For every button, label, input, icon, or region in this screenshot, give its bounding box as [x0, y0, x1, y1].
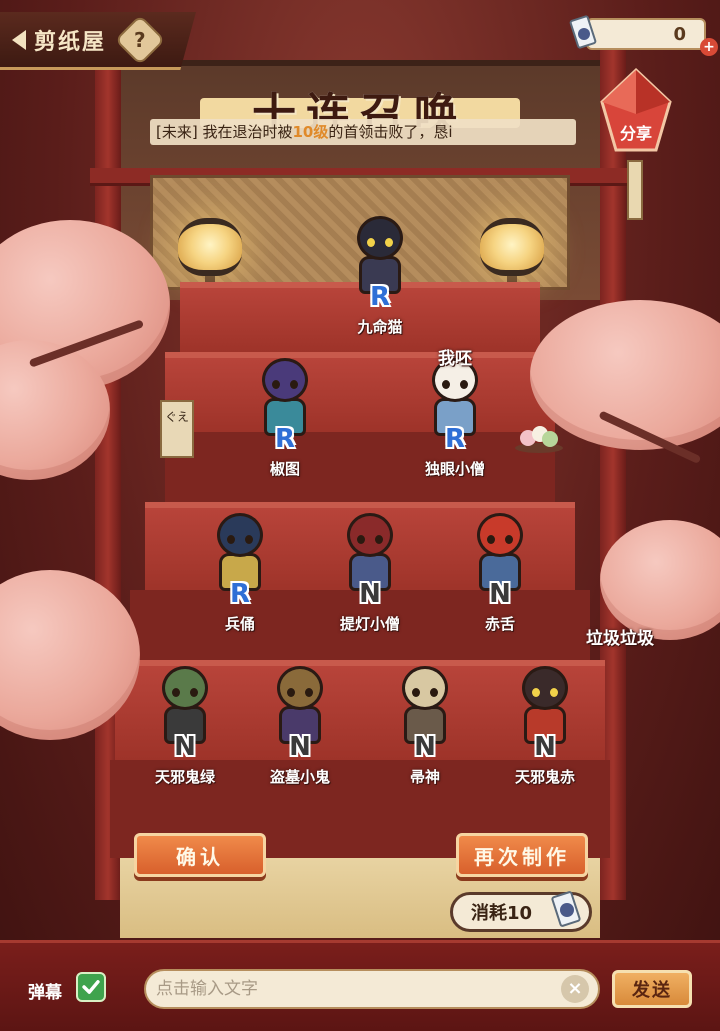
clear-input-icon[interactable]: × [561, 975, 589, 1003]
floating-comment: 我呸 [438, 349, 472, 369]
character-name: 兵俑 [224, 615, 255, 633]
character-card[interactable]: N 帚神 [370, 658, 480, 798]
rarity-badge: N [534, 732, 556, 762]
rarity-badge: N [174, 732, 196, 762]
summon-again-button[interactable]: 再次制作 [456, 833, 588, 877]
rarity-badge: N [414, 732, 436, 762]
rarity-badge: R [274, 424, 296, 454]
danmaku-message: [未来] 我在退治时被10级的首领击败了，恳i [150, 119, 576, 145]
tassel-icon [627, 160, 643, 220]
side-sign: ぐえ [160, 400, 194, 458]
back-button[interactable]: 剪纸屋 ? [0, 12, 196, 70]
character-card[interactable]: R 兵俑 [185, 505, 295, 645]
back-arrow-icon [12, 29, 26, 50]
dango-plate-icon [515, 426, 563, 453]
danmaku-toggle-label: 弹幕 [28, 983, 62, 1003]
character-name: 九命猫 [357, 318, 403, 336]
character-card[interactable]: N 天邪鬼赤 [490, 658, 600, 798]
character-card[interactable]: N 盗墓小鬼 [245, 658, 355, 798]
send-button[interactable]: 发送 [612, 970, 692, 1008]
character-name: 帚神 [409, 768, 440, 786]
add-currency-icon[interactable]: + [700, 38, 718, 56]
currency-counter: 0 [586, 18, 706, 50]
currency-value: 0 [673, 23, 686, 45]
floating-comment: 垃圾垃圾 [586, 629, 654, 649]
paper-crane-icon [600, 67, 672, 152]
character-card[interactable]: R 九命猫 [325, 208, 435, 348]
lantern-icon-left [178, 218, 242, 276]
cost-label: 消耗10 [471, 903, 533, 924]
character-name: 提灯小僧 [339, 615, 400, 633]
rarity-badge: N [289, 732, 311, 762]
character-name: 独眼小僧 [424, 460, 485, 478]
character-name: 天邪鬼赤 [514, 768, 575, 786]
rarity-badge: R [444, 424, 466, 454]
character-card[interactable]: N 赤舌 [445, 505, 555, 645]
help-icon[interactable]: ? [114, 14, 166, 65]
share-button[interactable]: 分享 [590, 62, 682, 162]
character-name: 盗墓小鬼 [269, 768, 330, 786]
rarity-badge: N [359, 579, 381, 609]
danmaku-toggle-check-icon[interactable] [76, 972, 106, 1002]
lantern-icon-right [480, 218, 544, 276]
paper-charm-icon [551, 891, 581, 927]
character-name: 椒图 [269, 460, 300, 478]
page-title: 剪纸屋 [34, 28, 107, 55]
character-card[interactable]: R 独眼小僧 [400, 350, 510, 490]
rarity-badge: N [489, 579, 511, 609]
character-name: 赤舌 [484, 615, 515, 633]
confirm-button[interactable]: 确认 [134, 833, 266, 877]
paper-charm-icon [569, 15, 597, 49]
character-name: 天邪鬼绿 [154, 768, 215, 786]
share-label: 分享 [619, 124, 652, 143]
character-card[interactable]: N 天邪鬼绿 [130, 658, 240, 798]
summon-scene: 剪纸屋 ? 0 + 十连召唤 [未来] 我在退治时被10级的首领击败了，恳i 分… [0, 0, 720, 1031]
character-card[interactable]: R 椒图 [230, 350, 340, 490]
danmaku-input[interactable] [144, 969, 600, 1009]
character-card[interactable]: N 提灯小僧 [315, 505, 425, 645]
rarity-badge: R [369, 282, 391, 312]
rarity-badge: R [229, 579, 251, 609]
